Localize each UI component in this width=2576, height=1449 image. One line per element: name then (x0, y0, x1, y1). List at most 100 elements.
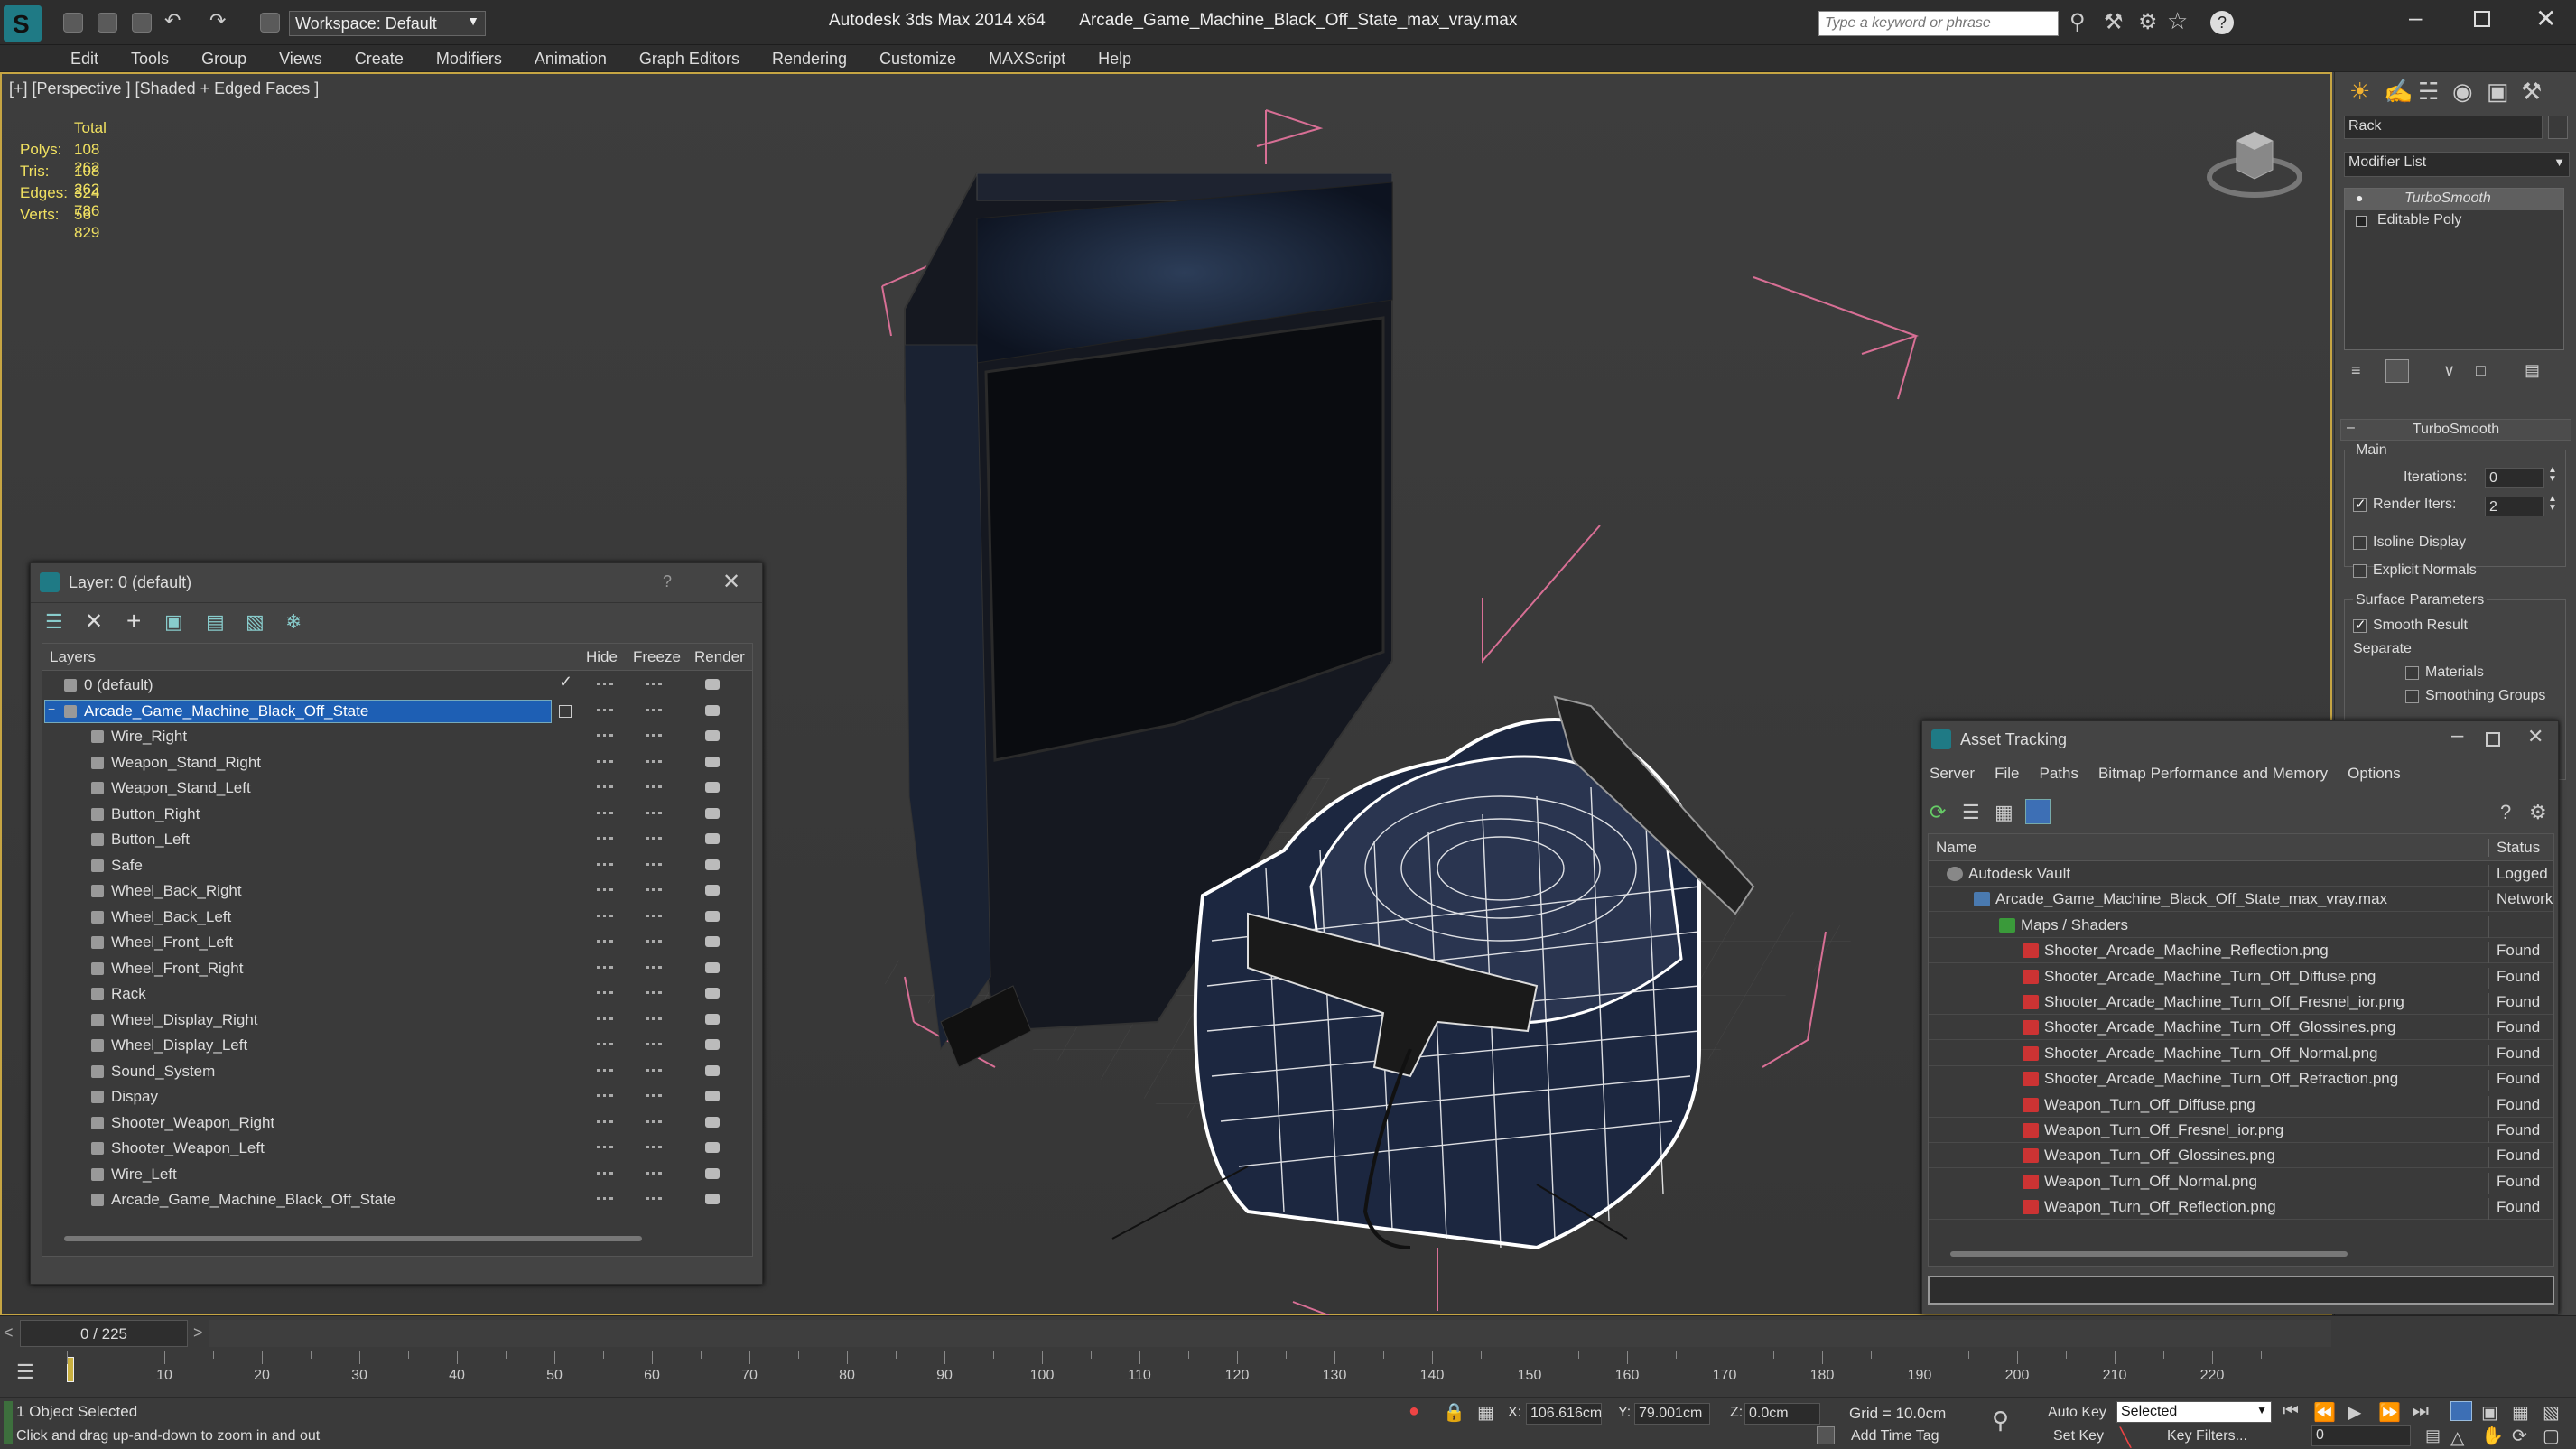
grid-view-icon[interactable] (2025, 799, 2051, 824)
maximize-icon[interactable] (2486, 732, 2500, 747)
pan-icon[interactable]: ✋ (2481, 1425, 2504, 1447)
play-icon[interactable]: ▶ (2348, 1401, 2361, 1424)
layer-object-row[interactable]: Arcade_Game_Machine_Black_Off_State (42, 1187, 750, 1212)
asset-settings-icon[interactable]: ⚙ (2529, 801, 2547, 824)
menu-edit[interactable]: Edit (54, 45, 115, 69)
hide-toggle[interactable] (597, 811, 613, 815)
search-box[interactable] (1818, 11, 2059, 36)
maxscript-listener-icon[interactable] (4, 1401, 13, 1444)
connect-icon[interactable]: ⚙ (2138, 9, 2158, 35)
modifier-stack[interactable]: ● TurboSmooth Editable Poly (2344, 188, 2564, 350)
hide-toggle[interactable] (597, 1119, 613, 1124)
track-bar[interactable]: ☰ 10 20 30 40 50 60 70 80 90 100 110 120 130 140 150 16… (0, 1351, 2576, 1397)
zoom-extents-icon[interactable]: ▦ (2512, 1401, 2529, 1424)
freeze-toggle[interactable] (646, 1043, 662, 1046)
freeze-toggle[interactable] (646, 708, 662, 712)
freeze-toggle[interactable] (646, 1017, 662, 1021)
freeze-toggle[interactable] (646, 1171, 662, 1175)
asset-row[interactable]: Weapon_Turn_Off_Glossines.png Found (1929, 1143, 2553, 1169)
rollout-header[interactable]: – TurboSmooth (2340, 419, 2571, 441)
absolute-mode-icon[interactable]: ▦ (1477, 1401, 1494, 1424)
menu-maxscript[interactable]: MAXScript (972, 45, 1082, 69)
app-logo-icon[interactable]: S (4, 5, 42, 42)
freeze-toggle[interactable] (646, 1146, 662, 1149)
freeze-toggle[interactable] (646, 1119, 662, 1124)
modify-tab-icon[interactable]: ✍ (2384, 78, 2413, 106)
hide-toggle[interactable] (597, 940, 613, 943)
minimize-icon[interactable]: – (2409, 4, 2422, 32)
utilities-tab-icon[interactable]: ⚒ (2521, 78, 2542, 106)
materials-checkbox[interactable] (2405, 666, 2419, 680)
freeze-column-header[interactable]: Freeze (633, 648, 681, 666)
delete-layer-icon[interactable]: ✕ (85, 608, 103, 635)
asset-row[interactable]: Shooter_Arcade_Machine_Turn_Off_Fresnel_… (1929, 989, 2553, 1015)
object-name-field[interactable]: Rack (2344, 116, 2543, 139)
zoom-icon[interactable] (2450, 1401, 2472, 1421)
display-tab-icon[interactable]: ▣ (2487, 78, 2509, 106)
menu-tools[interactable]: Tools (115, 45, 185, 69)
motion-tab-icon[interactable]: ◉ (2452, 78, 2473, 106)
layer-object-row[interactable]: Wheel_Back_Right (42, 878, 750, 904)
hide-toggle[interactable] (597, 1146, 613, 1149)
selection-set-dropdown[interactable]: Selected ▼ (2116, 1401, 2272, 1423)
layer-dialog-titlebar[interactable]: Layer: 0 (default) ? ✕ (31, 563, 762, 603)
freeze-toggle[interactable] (646, 683, 662, 686)
layer-object-row[interactable]: Wire_Left (42, 1162, 750, 1187)
render-teapot-icon[interactable] (705, 1167, 720, 1179)
render-teapot-icon[interactable] (705, 730, 720, 741)
render-teapot-icon[interactable] (705, 936, 720, 947)
new-file-icon[interactable] (63, 13, 83, 33)
asset-row[interactable]: Autodesk Vault Logged O (1929, 861, 2553, 887)
time-slider-track[interactable] (209, 1320, 2331, 1347)
render-teapot-icon[interactable] (705, 704, 720, 716)
render-iters-spinner[interactable]: 2 (2485, 497, 2544, 516)
render-iters-checkbox[interactable] (2353, 496, 2367, 512)
next-key-icon[interactable]: ⏩ (2378, 1401, 2401, 1424)
render-teapot-icon[interactable] (705, 1116, 720, 1128)
key-filters-button[interactable]: Key Filters... (2167, 1428, 2247, 1444)
time-tag-icon[interactable] (1817, 1426, 1835, 1444)
highlight-layer-icon[interactable]: ▤ (206, 610, 225, 634)
asset-row[interactable]: Shooter_Arcade_Machine_Turn_Off_Normal.p… (1929, 1041, 2553, 1066)
asset-row[interactable]: Weapon_Turn_Off_Diffuse.png Found (1929, 1092, 2553, 1118)
spinner-arrows-icon[interactable]: ▲ ▼ (2548, 466, 2557, 484)
menu-rendering[interactable]: Rendering (756, 45, 863, 69)
layer-object-row[interactable]: Weapon_Stand_Left (42, 776, 750, 801)
asset-menu-options[interactable]: Options (2348, 765, 2401, 782)
freeze-toggle[interactable] (646, 940, 662, 943)
layer-object-row[interactable]: Wire_Right (42, 724, 750, 749)
configure-sets-icon[interactable]: ▤ (2525, 361, 2540, 380)
time-slider[interactable]: 0 / 225 (20, 1320, 188, 1347)
stack-item-turbosmooth[interactable]: ● TurboSmooth (2345, 189, 2563, 210)
freeze-toggle[interactable] (646, 888, 662, 892)
asset-menu-server[interactable]: Server (1930, 765, 1975, 782)
layer-row[interactable]: − Arcade_Game_Machine_Black_Off_State (42, 699, 750, 724)
lightbulb-icon[interactable]: ● (2356, 190, 2363, 205)
y-coordinate-field[interactable]: 79.001cm (1634, 1403, 1710, 1425)
render-teapot-icon[interactable] (705, 961, 720, 973)
set-key-icon[interactable]: ╲ (2120, 1426, 2131, 1449)
prev-frame-icon[interactable]: < (4, 1324, 14, 1342)
refresh-icon[interactable]: ⟳ (1930, 801, 1946, 824)
hide-toggle[interactable] (597, 785, 613, 789)
asset-path-field[interactable] (1928, 1276, 2554, 1305)
menu-views[interactable]: Views (263, 45, 339, 69)
add-to-layer-icon[interactable]: + (126, 607, 141, 636)
undo-icon[interactable]: ↶ (164, 9, 181, 33)
hide-toggle[interactable] (597, 837, 613, 841)
show-end-result-icon[interactable] (2385, 359, 2409, 383)
asset-row[interactable]: Shooter_Arcade_Machine_Turn_Off_Refracti… (1929, 1066, 2553, 1092)
hide-toggle[interactable] (597, 1171, 613, 1175)
asset-row[interactable]: Shooter_Arcade_Machine_Turn_Off_Diffuse.… (1929, 964, 2553, 989)
render-teapot-icon[interactable] (705, 1013, 720, 1025)
isolate-selection-icon[interactable]: ● (1409, 1401, 1419, 1422)
favorites-icon[interactable]: ☆ (2167, 7, 2188, 35)
isoline-display-checkbox[interactable] (2353, 536, 2367, 550)
freeze-toggle[interactable] (646, 862, 662, 867)
layer-object-row[interactable]: Button_Left (42, 827, 750, 852)
add-time-tag-label[interactable]: Add Time Tag (1851, 1428, 1939, 1444)
menu-help[interactable]: Help (1082, 45, 1148, 69)
asset-menu-paths[interactable]: Paths (2039, 765, 2078, 782)
render-teapot-icon[interactable] (705, 1039, 720, 1050)
next-frame-icon[interactable]: > (193, 1324, 203, 1342)
